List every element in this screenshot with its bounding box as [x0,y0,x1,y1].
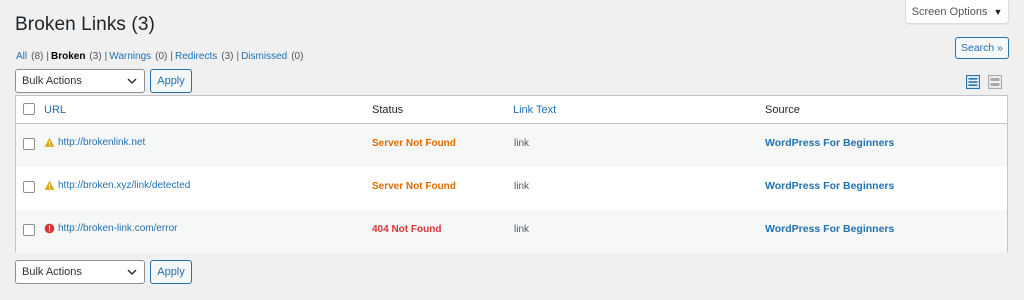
select-all-checkbox[interactable] [23,103,35,115]
error-icon [44,223,55,234]
chevron-down-icon [127,78,137,85]
separator: | [46,51,49,62]
table-row: http://broken-link.com/error 404 Not Fou… [16,210,1007,253]
filter-all[interactable]: All [16,51,27,62]
apply-button-bottom[interactable]: Apply [150,260,192,284]
row-checkbox[interactable] [23,138,35,150]
table-row: http://broken.xyz/link/detected Server N… [16,167,1007,210]
list-view-icon[interactable] [966,75,980,89]
bulk-actions-value: Bulk Actions [22,75,82,87]
filter-broken[interactable]: Broken [51,51,85,62]
filter-warnings[interactable]: Warnings [109,51,151,62]
caret-down-icon: ▼ [993,6,1003,17]
column-header-url[interactable]: URL [44,104,66,116]
broken-links-table: URL Status Link Text Source http://broke… [15,95,1008,253]
filter-dismissed[interactable]: Dismissed [241,51,287,62]
status-filter-links: All (8) | Broken (3) | Warnings (0) | Redir… [16,51,303,62]
search-button[interactable]: Search » [955,37,1009,59]
filter-all-count: (8) [31,51,44,62]
status-text: 404 Not Found [372,224,442,235]
separator: | [170,51,173,62]
bulk-actions-select-top[interactable]: Bulk Actions [15,69,145,93]
source-link[interactable]: WordPress For Beginners [765,180,894,192]
screen-options-label: Screen Options [911,5,988,18]
excerpt-view-icon[interactable] [988,75,1002,89]
row-checkbox[interactable] [23,181,35,193]
filter-redirects[interactable]: Redirects [175,51,217,62]
url-cell: http://broken.xyz/link/detected [44,180,190,191]
status-text: Server Not Found [372,181,456,192]
link-text: link [514,224,530,235]
bulk-actions-value: Bulk Actions [22,266,82,278]
url-link[interactable]: http://broken.xyz/link/detected [58,180,190,191]
url-link[interactable]: http://brokenlink.net [58,137,145,148]
column-header-status: Status [372,104,404,116]
link-text: link [514,181,530,192]
separator: | [104,51,108,62]
warning-icon [44,180,55,190]
separator: | [236,51,240,62]
status-text: Server Not Found [372,138,456,149]
filter-broken-count: (3) [89,51,102,62]
source-link[interactable]: WordPress For Beginners [765,223,894,235]
apply-button-top[interactable]: Apply [150,69,192,93]
url-link[interactable]: http://broken-link.com/error [58,223,178,234]
table-row: http://brokenlink.net Server Not Found l… [16,124,1007,167]
column-header-link-text[interactable]: Link Text [513,104,556,116]
column-header-source: Source [765,104,800,116]
page-title: Broken Links (3) [15,14,155,35]
row-checkbox[interactable] [23,224,35,236]
bulk-actions-select-bottom[interactable]: Bulk Actions [15,260,145,284]
url-cell: http://broken-link.com/error [44,223,178,234]
warning-icon [44,137,55,147]
table-header: URL Status Link Text Source [16,96,1007,124]
screen-options-tab[interactable]: Screen Options ▼ [905,0,1009,24]
filter-dismissed-count: (0) [291,51,304,62]
chevron-down-icon [127,269,137,276]
link-text: link [514,138,530,149]
filter-redirects-count: (3) [221,51,234,62]
url-cell: http://brokenlink.net [44,137,145,148]
source-link[interactable]: WordPress For Beginners [765,137,894,149]
filter-warnings-count: (0) [155,51,168,62]
